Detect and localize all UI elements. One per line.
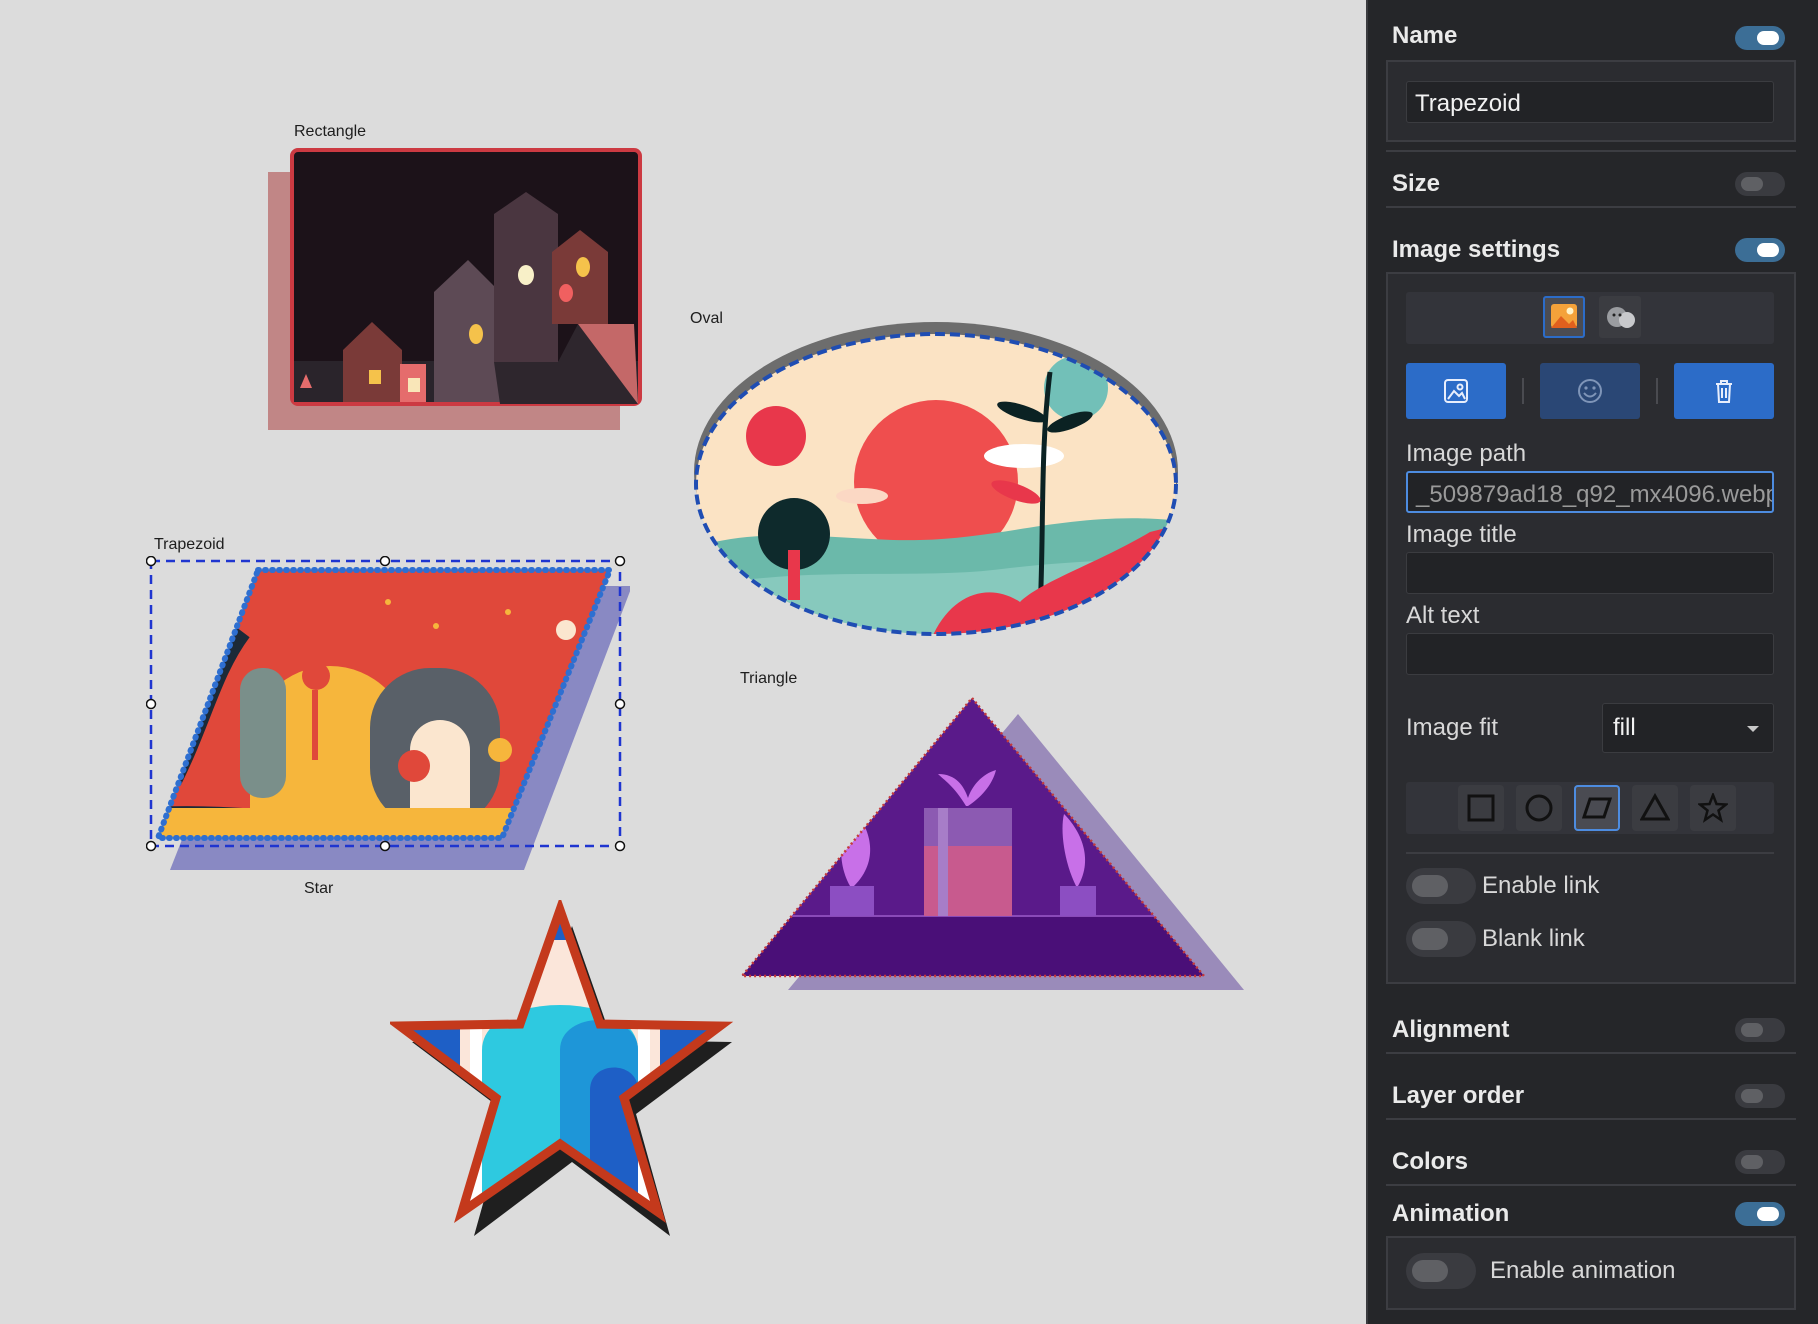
alt-text-input[interactable]: [1406, 633, 1774, 675]
enable-animation-label: Enable animation: [1490, 1257, 1676, 1284]
triangle-image: [742, 698, 1204, 976]
triangle-shape[interactable]: [730, 690, 1250, 1010]
trash-icon: [1716, 380, 1732, 403]
section-name-heading: Name: [1392, 22, 1458, 49]
star-icon: [1698, 793, 1728, 823]
image-path-input[interactable]: _509879ad18_q92_mx4096.webp: [1406, 471, 1774, 513]
colors-toggle[interactable]: [1735, 1150, 1785, 1174]
size-toggle[interactable]: [1735, 172, 1785, 196]
enable-animation-toggle[interactable]: [1406, 1253, 1476, 1289]
blank-link-label: Blank link: [1482, 925, 1585, 952]
image-icon: [1444, 379, 1468, 403]
mask-square-button[interactable]: [1458, 785, 1504, 831]
choose-emoji-button[interactable]: [1540, 363, 1640, 419]
layer-order-toggle[interactable]: [1735, 1084, 1785, 1108]
image-fit-select[interactable]: fill: [1602, 703, 1774, 753]
emoji-group-icon: [1607, 307, 1635, 328]
section-size-heading: Size: [1392, 170, 1441, 197]
star-shape[interactable]: [390, 900, 740, 1260]
name-input[interactable]: Trapezoid: [1406, 81, 1774, 123]
triangle-icon: [1640, 793, 1670, 821]
image-title-label: Image title: [1406, 521, 1517, 548]
chevron-down-icon: [1747, 726, 1759, 732]
oval-shape[interactable]: [680, 312, 1190, 642]
oval-image: [696, 334, 1176, 634]
resize-handle-nw: [146, 556, 157, 567]
enable-link-label: Enable link: [1482, 872, 1600, 899]
parallelogram-icon: [1582, 797, 1612, 819]
name-toggle[interactable]: [1735, 26, 1785, 50]
blank-link-toggle[interactable]: [1406, 921, 1476, 957]
square-icon: [1467, 794, 1495, 822]
picture-icon: [1551, 304, 1577, 328]
properties-panel: Name Trapezoid Size Image settings Image…: [1366, 0, 1818, 1324]
rectangle-shape[interactable]: [260, 142, 650, 442]
resize-handle-ne: [614, 556, 626, 567]
mask-triangle-button[interactable]: [1632, 785, 1678, 831]
resize-handle-w: [146, 698, 157, 710]
resize-handle-e: [614, 698, 626, 710]
animation-toggle[interactable]: [1735, 1202, 1785, 1226]
image-path-label: Image path: [1406, 440, 1527, 467]
resize-handle-sw: [146, 840, 157, 852]
section-layer-order-heading: Layer order: [1392, 1082, 1525, 1109]
alignment-toggle[interactable]: [1735, 1018, 1785, 1042]
delete-image-button[interactable]: [1674, 363, 1774, 419]
star-image: [400, 910, 720, 1212]
resize-handle-s: [379, 840, 391, 852]
image-title-input[interactable]: [1406, 552, 1774, 594]
resize-handle-se: [614, 840, 626, 852]
selection-box[interactable]: [146, 556, 636, 856]
resize-handle-n: [379, 556, 391, 567]
shape-label-rectangle: Rectangle: [294, 123, 367, 140]
mask-trapezoid-button[interactable]: [1574, 785, 1620, 831]
shape-label-triangle: Triangle: [740, 670, 798, 687]
mask-star-button[interactable]: [1690, 785, 1736, 831]
section-alignment-heading: Alignment: [1392, 1016, 1510, 1043]
choose-image-button[interactable]: [1406, 363, 1506, 419]
image-source-tab-picture[interactable]: [1543, 296, 1585, 338]
alt-text-label: Alt text: [1406, 602, 1480, 629]
image-source-tab-emoji[interactable]: [1599, 296, 1641, 338]
image-fit-value: fill: [1613, 714, 1636, 741]
smiley-icon: [1578, 379, 1602, 403]
circle-icon: [1525, 794, 1553, 822]
image-fit-label: Image fit: [1406, 714, 1499, 741]
design-canvas[interactable]: Rectangle Oval Trapezoid Triangle Star: [0, 0, 1366, 1324]
section-colors-heading: Colors: [1392, 1148, 1469, 1175]
section-image-settings-heading: Image settings: [1392, 236, 1561, 263]
section-animation-heading: Animation: [1392, 1200, 1510, 1227]
image-source-tabs: [1406, 292, 1774, 344]
image-settings-toggle[interactable]: [1735, 238, 1785, 262]
mask-circle-button[interactable]: [1516, 785, 1562, 831]
enable-link-toggle[interactable]: [1406, 868, 1476, 904]
shape-label-star: Star: [304, 880, 334, 897]
